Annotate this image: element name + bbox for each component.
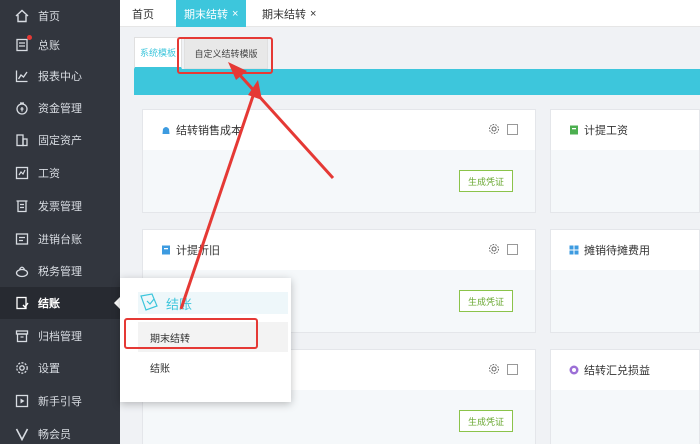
sidebar-item-vip[interactable]: 畅会员 — [0, 418, 120, 444]
sidebar-item-settings[interactable]: 设置 — [0, 352, 120, 384]
sidebar-item-label: 结账 — [38, 298, 60, 310]
card-title: 计提工资 — [584, 125, 628, 137]
money-bag-icon — [15, 101, 29, 115]
card-accrue-salary: 计提工资 — [550, 109, 700, 213]
sidebar-item-label: 工资 — [38, 168, 60, 180]
card-body: 生成凭证 — [143, 150, 535, 212]
sidebar-item-label: 报表中心 — [38, 71, 82, 83]
grid-icon — [569, 245, 579, 255]
card-body — [551, 150, 699, 212]
gear-icon[interactable] — [488, 123, 500, 135]
sidebar-item-fixed-assets[interactable]: 固定资产 — [0, 124, 120, 156]
submenu-header: 结账 — [138, 292, 288, 314]
subtab-system-template[interactable]: 系统模板 — [134, 37, 182, 69]
card-transfer-sales-cost: 结转销售成本 生成凭证 — [142, 109, 536, 213]
card-title: 结转销售成本 — [176, 125, 242, 137]
card-transfer-exchange: 结转汇兑损益 — [550, 349, 700, 444]
sidebar-item-label: 新手引导 — [38, 396, 82, 408]
submenu-title: 结账 — [166, 296, 193, 312]
tax-icon — [15, 264, 29, 278]
sidebar-item-ledger[interactable]: 总账 — [0, 29, 120, 61]
card-body — [551, 390, 699, 444]
sidebar: 首页 总账 报表中心 资金管理 固定资产 工资 发票管理 进销台账 税务管理 结… — [0, 0, 120, 444]
sidebar-item-label: 进销台账 — [38, 234, 82, 246]
exchange-icon — [569, 365, 579, 375]
card-checkbox[interactable] — [507, 244, 518, 255]
sidebar-item-label: 归档管理 — [38, 331, 82, 343]
tab-label: 期末结转 — [184, 8, 228, 21]
checkout-icon — [15, 296, 29, 310]
sidebar-item-label: 畅会员 — [38, 429, 71, 441]
play-guide-icon — [15, 394, 29, 408]
sidebar-item-salary[interactable]: 工资 — [0, 157, 120, 189]
building-icon — [15, 133, 29, 147]
card-checkbox[interactable] — [507, 124, 518, 135]
generate-voucher-button[interactable]: 生成凭证 — [459, 410, 513, 432]
gear-icon[interactable] — [488, 363, 500, 375]
salary-icon — [15, 166, 29, 180]
archive-icon — [15, 329, 29, 343]
tab-home[interactable]: 首页 — [132, 0, 154, 27]
depreciation-icon — [161, 245, 171, 255]
card-body — [551, 270, 699, 332]
annotation-box-custom-template — [177, 37, 273, 74]
submenu-item-checkout[interactable]: 结账 — [138, 352, 288, 382]
annotation-box-period-end-transfer — [124, 318, 258, 349]
tab-label: 期末结转 — [262, 8, 306, 21]
ledger-icon — [15, 35, 32, 52]
sidebar-item-checkout[interactable]: 结账 — [0, 287, 120, 319]
card-checkbox[interactable] — [507, 364, 518, 375]
sidebar-item-reports[interactable]: 报表中心 — [0, 60, 120, 92]
home-icon — [15, 9, 29, 23]
card-title: 摊销待摊费用 — [584, 245, 650, 257]
sidebar-item-label: 设置 — [38, 363, 60, 375]
sidebar-item-label: 固定资产 — [38, 135, 82, 147]
tab-period-end-transfer-active[interactable]: 期末结转 × — [176, 0, 247, 27]
tab-label: 首页 — [132, 8, 154, 21]
salary-doc-icon — [569, 125, 579, 135]
close-icon[interactable]: × — [232, 8, 238, 20]
inventory-icon — [15, 232, 29, 246]
close-icon[interactable]: × — [310, 8, 316, 20]
tab-bar: 首页 期末结转 × 期末结转 × — [120, 0, 700, 27]
tab-period-end-transfer[interactable]: 期末结转 × — [262, 0, 316, 27]
invoice-icon — [15, 199, 29, 213]
card-title: 结转汇兑损益 — [584, 365, 650, 377]
report-chart-icon — [15, 69, 29, 83]
sidebar-item-tax[interactable]: 税务管理 — [0, 255, 120, 287]
sidebar-item-invoices[interactable]: 发票管理 — [0, 190, 120, 222]
sidebar-item-label: 首页 — [38, 11, 60, 23]
sidebar-item-funds[interactable]: 资金管理 — [0, 92, 120, 124]
sidebar-item-guide[interactable]: 新手引导 — [0, 385, 120, 417]
gear-icon — [15, 361, 29, 375]
gear-icon[interactable] — [488, 243, 500, 255]
sidebar-item-label: 税务管理 — [38, 266, 82, 278]
notification-dot — [27, 35, 32, 40]
generate-voucher-button[interactable]: 生成凭证 — [459, 170, 513, 192]
sidebar-item-archive[interactable]: 归档管理 — [0, 320, 120, 352]
generate-voucher-button[interactable]: 生成凭证 — [459, 290, 513, 312]
card-title: 计提折旧 — [176, 245, 220, 257]
card-amortize-prepaid: 摊销待摊费用 — [550, 229, 700, 333]
sidebar-item-home[interactable]: 首页 — [0, 0, 120, 32]
checkout-outline-icon — [140, 293, 158, 311]
vip-icon — [15, 427, 29, 441]
sidebar-item-label: 发票管理 — [38, 201, 82, 213]
sidebar-item-inventory[interactable]: 进销台账 — [0, 223, 120, 255]
bag-icon — [161, 125, 171, 135]
sidebar-item-label: 总账 — [38, 40, 60, 52]
sidebar-item-label: 资金管理 — [38, 103, 82, 115]
